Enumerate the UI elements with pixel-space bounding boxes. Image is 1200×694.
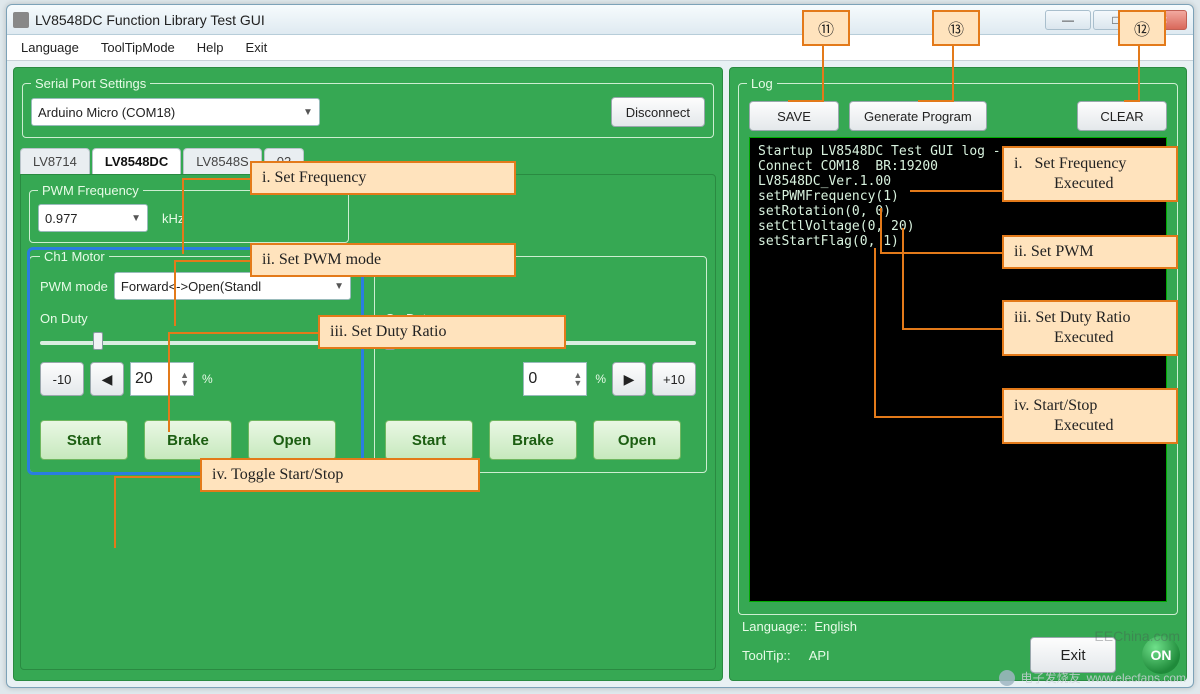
- ch2-duty-value: 0: [528, 370, 537, 388]
- clear-button[interactable]: CLEAR: [1077, 101, 1167, 131]
- elecfans-watermark: 电子发烧友 www.elecfans.com: [999, 669, 1186, 686]
- watermark-icon: [999, 670, 1015, 686]
- pwm-mode-label: PWM mode: [40, 279, 108, 294]
- menu-help[interactable]: Help: [193, 38, 228, 57]
- spinner-icon[interactable]: ▲▼: [180, 371, 189, 387]
- chevron-down-icon: ▼: [131, 213, 141, 224]
- status-tooltip: ToolTip:: API: [736, 646, 1022, 665]
- log-legend: Log: [747, 76, 777, 91]
- tab-lv8714[interactable]: LV8714: [20, 148, 90, 174]
- callout-11: ⑪: [802, 10, 850, 46]
- log-view[interactable]: Startup LV8548DC Test GUI log ---- Conne…: [749, 137, 1167, 602]
- pwm-frequency-legend: PWM Frequency: [38, 183, 143, 198]
- callout-log-set-frequency: i. Set Frequency Executed: [1002, 146, 1178, 202]
- menu-tooltipmode[interactable]: ToolTipMode: [97, 38, 179, 57]
- pwm-frequency-select[interactable]: 0.977 ▼: [38, 204, 148, 232]
- ch1-minus10-button[interactable]: -10: [40, 362, 84, 396]
- save-button[interactable]: SAVE: [749, 101, 839, 131]
- ch1-motor-group: Ch1 Motor PWM mode Forward<->Open(Standl…: [29, 249, 362, 473]
- ch2-brake-button[interactable]: Brake: [489, 420, 577, 460]
- window-title: LV8548DC Function Library Test GUI: [35, 12, 265, 28]
- menubar: Language ToolTipMode Help Exit: [7, 35, 1193, 61]
- callout-log-set-duty: iii. Set Duty Ratio Executed: [1002, 300, 1178, 356]
- callout-set-duty-ratio: iii. Set Duty Ratio: [318, 315, 566, 349]
- ch2-increment-button[interactable]: ▶: [612, 362, 646, 396]
- titlebar: LV8548DC Function Library Test GUI — □ ×: [7, 5, 1193, 35]
- ch2-motor-group: Ch2 Motor On Duty 0 ▲▼: [374, 249, 707, 473]
- ch1-brake-button[interactable]: Brake: [144, 420, 232, 460]
- ch2-duty-input[interactable]: 0 ▲▼: [523, 362, 587, 396]
- menu-language[interactable]: Language: [17, 38, 83, 57]
- callout-set-pwm-mode: ii. Set PWM mode: [250, 243, 516, 277]
- callout-13: ⑬: [932, 10, 980, 46]
- callout-toggle-start-stop: iv. Toggle Start/Stop: [200, 458, 480, 492]
- callout-set-frequency: i. Set Frequency: [250, 161, 516, 195]
- callout-12: ⑫: [1118, 10, 1166, 46]
- ch2-open-button[interactable]: Open: [593, 420, 681, 460]
- on-duty-label: On Duty: [40, 311, 88, 326]
- serial-port-value: Arduino Micro (COM18): [38, 105, 175, 120]
- disconnect-button[interactable]: Disconnect: [611, 97, 705, 127]
- ch1-duty-input[interactable]: 20 ▲▼: [130, 362, 194, 396]
- menu-exit[interactable]: Exit: [242, 38, 272, 57]
- left-panel: Serial Port Settings Arduino Micro (COM1…: [13, 67, 723, 681]
- percent-label: %: [595, 372, 606, 386]
- app-icon: [13, 12, 29, 28]
- tab-lv8548dc[interactable]: LV8548DC: [92, 148, 181, 174]
- minimize-button[interactable]: —: [1045, 10, 1091, 30]
- ch1-duty-slider[interactable]: [40, 334, 351, 352]
- callout-log-start-stop: iv. Start/Stop Executed: [1002, 388, 1178, 444]
- chevron-down-icon: ▼: [303, 107, 313, 118]
- pwm-mode-value: Forward<->Open(Standl: [121, 279, 261, 294]
- serial-port-select[interactable]: Arduino Micro (COM18) ▼: [31, 98, 320, 126]
- generate-program-button[interactable]: Generate Program: [849, 101, 987, 131]
- percent-label: %: [202, 372, 213, 386]
- pwm-frequency-value: 0.977: [45, 211, 78, 226]
- ch2-start-button[interactable]: Start: [385, 420, 473, 460]
- ch1-duty-value: 20: [135, 370, 153, 388]
- ch1-start-button[interactable]: Start: [40, 420, 128, 460]
- serial-port-legend: Serial Port Settings: [31, 76, 150, 91]
- eechina-watermark: EEChina.com: [1094, 628, 1180, 644]
- callout-log-set-pwm: ii. Set PWM: [1002, 235, 1178, 269]
- chevron-down-icon: ▼: [334, 281, 344, 292]
- spinner-icon[interactable]: ▲▼: [573, 371, 582, 387]
- ch1-open-button[interactable]: Open: [248, 420, 336, 460]
- ch1-decrement-button[interactable]: ◀: [90, 362, 124, 396]
- serial-port-group: Serial Port Settings Arduino Micro (COM1…: [22, 76, 714, 138]
- ch2-plus10-button[interactable]: +10: [652, 362, 696, 396]
- ch1-legend: Ch1 Motor: [40, 249, 109, 264]
